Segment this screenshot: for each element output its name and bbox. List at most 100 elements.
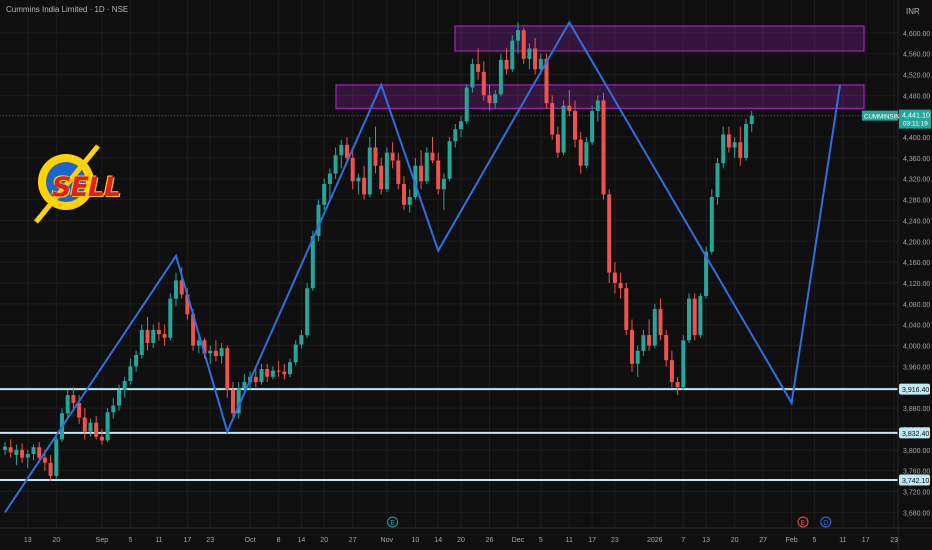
candle-body: [630, 329, 634, 364]
x-tick-label: 20: [52, 537, 60, 544]
y-tick-label: 4,200.00: [903, 239, 930, 246]
candle: [498, 53, 503, 97]
candle-body: [424, 152, 429, 182]
x-tick-label: 14: [298, 537, 306, 544]
candle-body: [453, 129, 458, 142]
candle-body: [504, 59, 509, 70]
candle-body: [362, 177, 367, 195]
x-tick-label: 17: [588, 537, 596, 544]
x-tick-label: 20: [731, 537, 739, 544]
x-tick-label: 13: [702, 537, 710, 544]
candle-body: [384, 152, 389, 190]
x-tick-label: 11: [155, 537, 162, 544]
candle-body: [658, 309, 663, 336]
candle-body: [99, 436, 104, 441]
event-marker: E: [387, 516, 399, 528]
candle-body: [687, 298, 691, 341]
candle-body: [276, 370, 281, 372]
symbol-label: CUMMINSIND: [864, 114, 905, 121]
y-tick-label: 4,520.00: [903, 72, 930, 79]
candle-body: [139, 329, 144, 355]
candle: [601, 92, 606, 200]
candle-body: [709, 196, 714, 252]
x-tick-label: Sep: [96, 537, 109, 544]
x-tick-label: 13: [24, 537, 32, 544]
x-tick-label: 17: [862, 537, 870, 544]
candle-body: [652, 309, 657, 346]
x-tick-label: 11: [839, 537, 846, 544]
candle: [744, 118, 748, 161]
chart-title: Cummins India Limited · 1D · NSE: [6, 5, 129, 14]
candle-body: [390, 152, 395, 161]
candle: [510, 35, 515, 72]
candle-body: [208, 350, 213, 354]
candle-body: [242, 382, 247, 389]
y-tick-label: 4,280.00: [903, 198, 930, 205]
candle: [698, 293, 703, 338]
candle: [305, 283, 310, 338]
candle-body: [128, 366, 133, 382]
candle-body: [48, 462, 53, 476]
candle-body: [282, 371, 287, 375]
candle-body: [65, 395, 70, 414]
x-tick-label: Oct: [245, 537, 256, 544]
y-tick-label: 3,720.00: [903, 490, 930, 497]
candle: [561, 100, 566, 156]
candle-body: [231, 389, 235, 414]
resistance-zone: [335, 84, 865, 109]
candle-body: [213, 350, 218, 356]
candle-body: [259, 369, 264, 383]
candle-body: [595, 100, 600, 111]
candle-body: [698, 296, 703, 336]
candle-body: [305, 288, 310, 336]
candle-body: [20, 449, 25, 458]
y-tick-label: 3,800.00: [903, 448, 930, 455]
candle-body: [156, 329, 161, 335]
candle-body: [590, 110, 595, 143]
candle-body: [618, 283, 623, 289]
x-tick-label: 5: [812, 537, 816, 544]
candle: [521, 27, 526, 65]
candle: [607, 189, 612, 284]
last-price-value: 4,441.10: [902, 111, 930, 120]
candle-body: [692, 298, 697, 336]
candle: [624, 283, 629, 336]
x-tick-label: 23: [890, 537, 898, 544]
candle: [424, 147, 429, 184]
candle: [384, 147, 389, 192]
candle: [464, 84, 469, 125]
x-tick-label: 26: [486, 537, 494, 544]
candle: [590, 105, 595, 145]
y-tick-label: 4,560.00: [903, 52, 930, 59]
candle-body: [322, 183, 327, 205]
x-tick-label: 2026: [647, 537, 663, 544]
candle: [168, 293, 173, 341]
candle-body: [721, 134, 726, 164]
candle-body: [584, 142, 589, 166]
candle-body: [345, 144, 349, 158]
candle-body: [487, 95, 492, 104]
x-tick-label: 23: [206, 537, 214, 544]
x-tick-label: 7: [681, 537, 685, 544]
candle-body: [327, 173, 332, 184]
candle-body: [54, 439, 59, 476]
candle-body: [675, 382, 680, 388]
candle: [687, 293, 691, 343]
support-label: 3,742.10: [902, 478, 929, 485]
price-chart[interactable]: INR3,680.003,720.003,760.003,800.003,840…: [0, 0, 932, 550]
candle-body: [379, 165, 384, 190]
candle-body: [31, 447, 36, 454]
candle-body: [25, 453, 30, 458]
candle-body: [253, 376, 258, 383]
currency-label: INR: [906, 7, 920, 16]
candle-body: [88, 422, 93, 432]
candle-body: [607, 194, 612, 273]
support-label: 3,916.40: [902, 387, 929, 394]
y-tick-label: 4,120.00: [903, 281, 930, 288]
support-label: 3,832.40: [902, 431, 929, 438]
x-tick-label: 8: [277, 537, 281, 544]
y-tick-label: 4,080.00: [903, 302, 930, 309]
countdown-value: 03:11:19: [903, 121, 928, 128]
candle-body: [350, 157, 355, 182]
candle-body: [498, 59, 503, 95]
